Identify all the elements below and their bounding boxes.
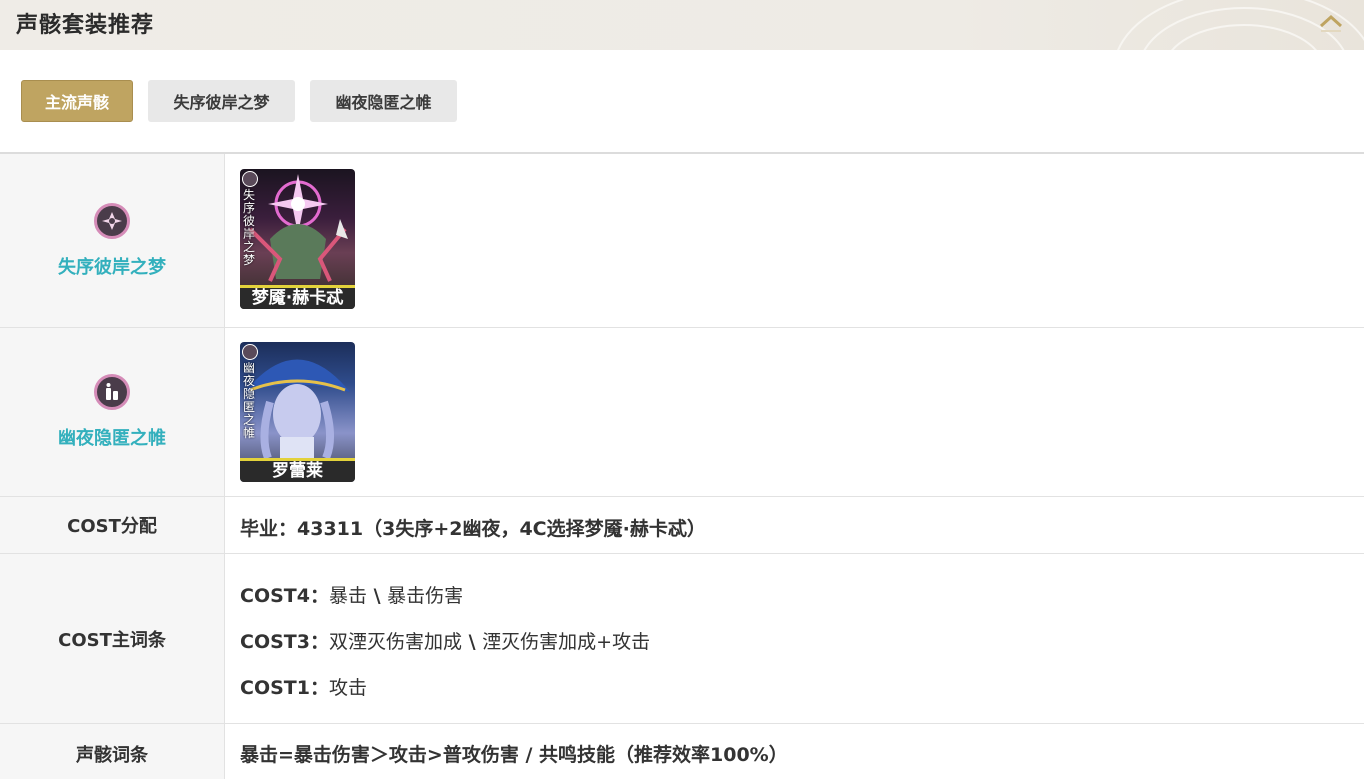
table-row-cost-main: COST主词条 COST4：暴击 \ 暴击伤害 COST3：双湮灭伤害加成 \ … [0, 554, 1364, 724]
tab-bar: 主流声骸 失序彼岸之梦 幽夜隐匿之帷 [0, 50, 1364, 153]
cost3-line: COST3：双湮灭伤害加成 \ 湮灭伤害加成+攻击 [240, 627, 650, 654]
echo-portrait [245, 359, 350, 458]
row-content: 暴击=暴击伤害＞攻击>普攻伤害 / 共鸣技能（推荐效率100%） [225, 724, 1364, 779]
cost-value-alt: 湮灭伤害加成+攻击 [482, 631, 651, 653]
substats-value: 暴击=暴击伤害＞攻击>普攻伤害 / 共鸣技能（推荐效率100%） [240, 744, 788, 766]
card-name: 罗蕾莱 [240, 458, 355, 482]
disorder-set-icon [94, 202, 130, 239]
table-row-substats: 声骸词条 暴击=暴击伤害＞攻击>普攻伤害 / 共鸣技能（推荐效率100%） [0, 724, 1364, 779]
row-content: 毕业：43311（3失序+2幽夜，4C选择梦魇·赫卡忒） [225, 497, 1364, 553]
tab-night-veil-set[interactable]: 幽夜隐匿之帷 [310, 80, 457, 122]
header-decoration [1117, 0, 1364, 50]
table-row-set2: 幽夜隐匿之帷 幽夜隐匿之帷 罗蕾莱 [0, 328, 1364, 497]
section-header: 声骸套装推荐 [0, 0, 1364, 50]
row-label: 失序彼岸之梦 [0, 154, 225, 327]
card-name: 梦魇·赫卡忒 [240, 285, 355, 309]
separator: \ [461, 631, 483, 653]
cost1-line: COST1：攻击 [240, 673, 367, 700]
echo-portrait [248, 174, 348, 282]
table-row-cost-allocation: COST分配 毕业：43311（3失序+2幽夜，4C选择梦魇·赫卡忒） [0, 497, 1364, 554]
row-label-text: COST主词条 [58, 629, 166, 651]
cost-allocation-value: 毕业：43311（3失序+2幽夜，4C选择梦魇·赫卡忒） [240, 518, 706, 540]
night-veil-set-icon [94, 374, 130, 410]
echo-table: 失序彼岸之梦 失序彼岸之梦 梦魇·赫卡忒 幽夜隐匿之帷 幽夜隐匿之帷 罗蕾莱 C… [0, 152, 1364, 779]
set-badge-icon [242, 344, 258, 360]
row-label-text: COST分配 [67, 516, 157, 537]
row-label-text: 声骸词条 [76, 745, 148, 766]
chevron-up-icon[interactable] [1318, 10, 1344, 36]
echo-card-hecate[interactable]: 失序彼岸之梦 梦魇·赫卡忒 [240, 169, 355, 309]
row-label: 声骸词条 [0, 724, 225, 779]
cost-key: COST4： [240, 585, 329, 607]
echo-card-lorelei[interactable]: 幽夜隐匿之帷 罗蕾莱 [240, 342, 355, 482]
set-name-disorder[interactable]: 失序彼岸之梦 [58, 253, 166, 279]
set-badge-icon [242, 171, 258, 187]
separator: \ [366, 585, 388, 607]
cost4-line: COST4：暴击 \ 暴击伤害 [240, 581, 463, 608]
cost-key: COST3： [240, 631, 329, 653]
cost-key: COST1： [240, 677, 329, 699]
set-name-night-veil[interactable]: 幽夜隐匿之帷 [58, 424, 166, 450]
card-vertical-text: 失序彼岸之梦 [242, 188, 255, 267]
tab-disorder-set[interactable]: 失序彼岸之梦 [148, 80, 295, 122]
cost-value-alt: 暴击伤害 [387, 585, 464, 607]
row-content: 幽夜隐匿之帷 罗蕾莱 [225, 328, 1364, 496]
row-content: 失序彼岸之梦 梦魇·赫卡忒 [225, 154, 1364, 327]
row-content: COST4：暴击 \ 暴击伤害 COST3：双湮灭伤害加成 \ 湮灭伤害加成+攻… [225, 554, 1364, 723]
cost-value: 攻击 [328, 677, 367, 699]
table-row-set1: 失序彼岸之梦 失序彼岸之梦 梦魇·赫卡忒 [0, 154, 1364, 328]
section-title: 声骸套装推荐 [16, 13, 155, 38]
row-label: COST分配 [0, 497, 225, 553]
card-vertical-text: 幽夜隐匿之帷 [242, 361, 255, 440]
row-label: COST主词条 [0, 554, 225, 723]
row-label: 幽夜隐匿之帷 [0, 328, 225, 496]
tab-mainstream[interactable]: 主流声骸 [21, 80, 133, 122]
cost-value: 双湮灭伤害加成 [328, 631, 462, 653]
cost-value: 暴击 [328, 585, 367, 607]
